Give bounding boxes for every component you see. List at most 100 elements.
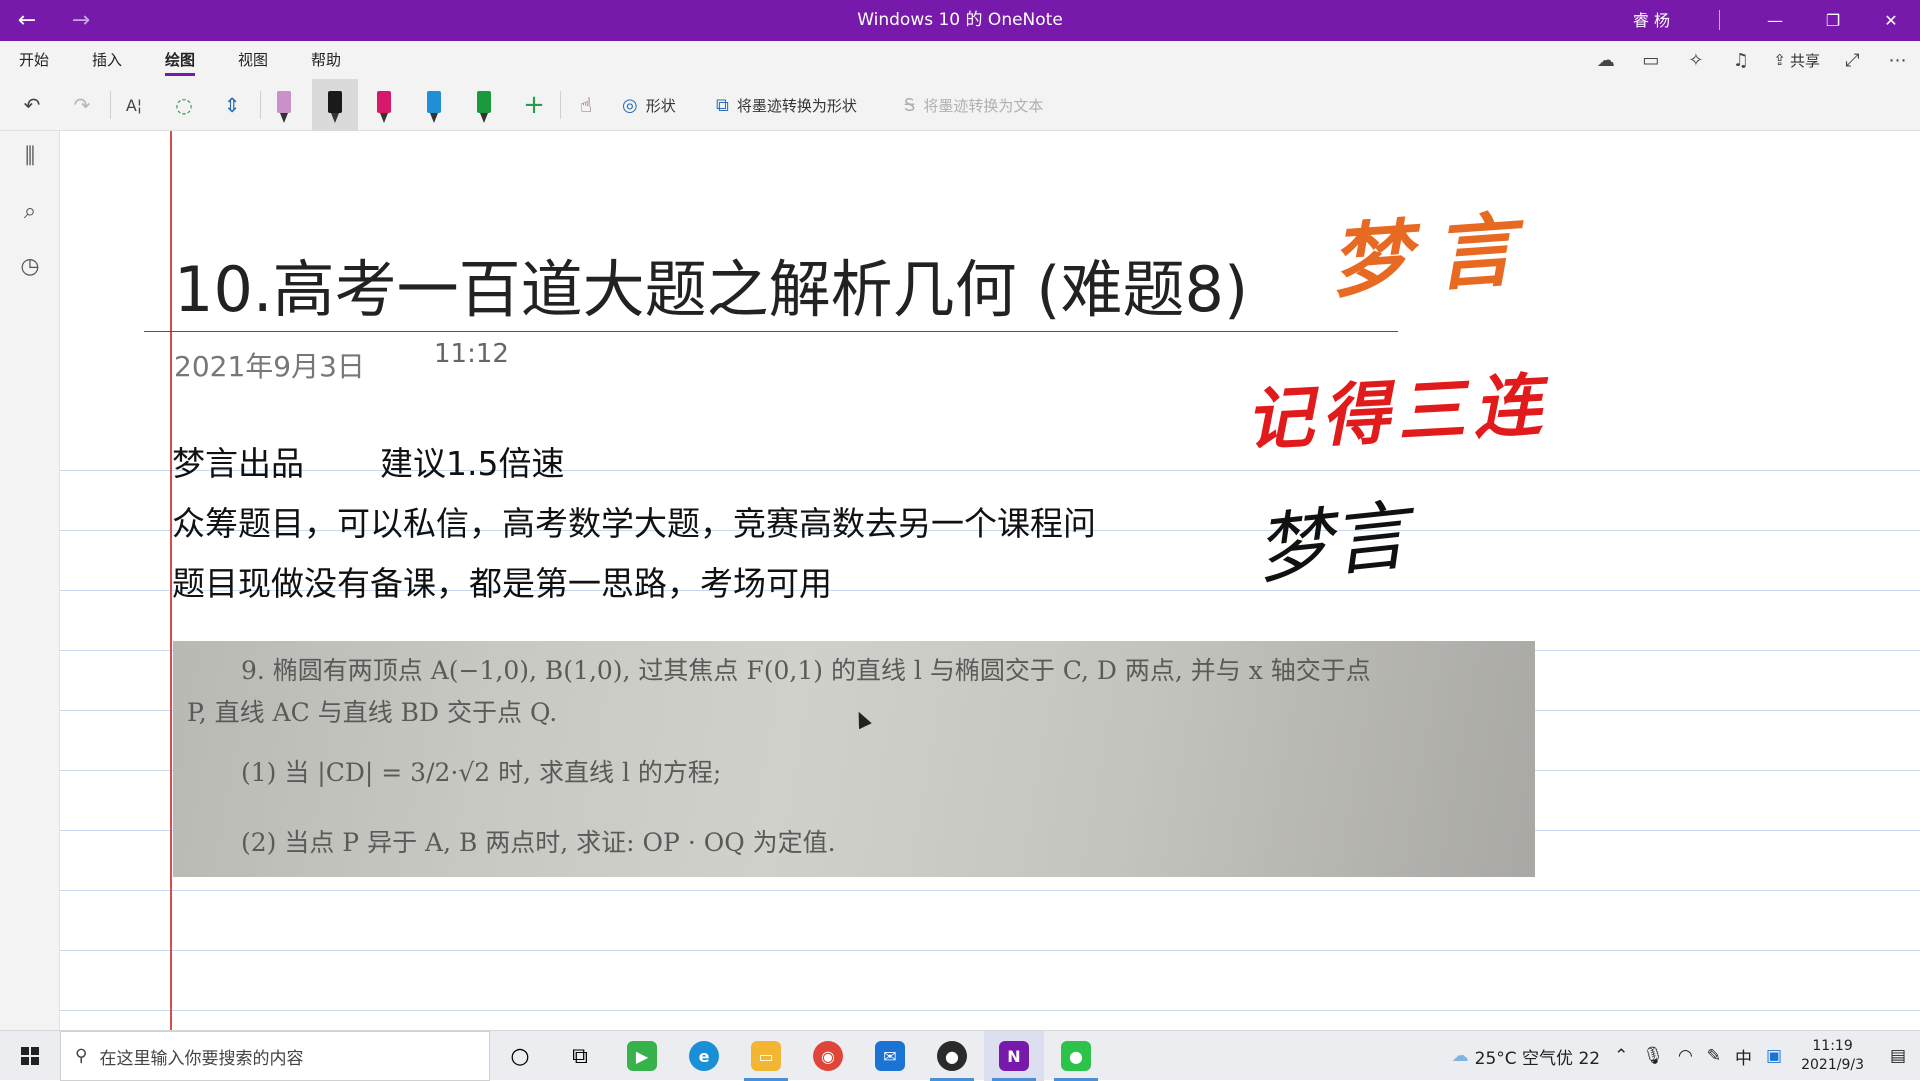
wechat-icon[interactable]: ● xyxy=(1046,1031,1106,1081)
pink-pen-body xyxy=(377,91,391,113)
minimize-button[interactable]: — xyxy=(1746,0,1804,41)
close-button[interactable]: ✕ xyxy=(1862,0,1920,41)
type-select-icon[interactable]: A¦ xyxy=(114,79,154,131)
note-line[interactable]: 众筹题目，可以私信，高考数学大题，竞赛高数去另一个课程问 xyxy=(172,497,1096,545)
pen-tip-icon xyxy=(480,113,488,123)
toolbar-separator xyxy=(560,91,561,119)
rule-line xyxy=(60,1010,1920,1011)
weather-text: 25°C 空气优 22 xyxy=(1474,1048,1601,1069)
highlighter-body xyxy=(277,91,291,113)
more-options-icon[interactable]: ⋯ xyxy=(1875,41,1920,79)
lightbulb-icon[interactable]: ✧ xyxy=(1673,41,1718,79)
search-icon: ⚲ xyxy=(75,1046,88,1066)
add-space-icon[interactable]: ⇕ xyxy=(212,79,252,131)
windows-logo-icon xyxy=(21,1047,39,1065)
chrome-logo-icon: ◉ xyxy=(813,1041,843,1071)
notebook-pages-icon[interactable]: ▭ xyxy=(1628,41,1673,79)
recent-clock-icon[interactable]: ◷ xyxy=(0,241,60,291)
pen-tip-icon xyxy=(430,113,438,123)
pink-pen[interactable] xyxy=(366,79,402,131)
problem-line: 9. 椭圆有两顶点 A(−1,0), B(1,0), 过其焦点 F(0,1) 的… xyxy=(241,656,1371,685)
cortana-icon[interactable]: ○ xyxy=(490,1031,550,1081)
tab-insert[interactable]: 插入 xyxy=(92,41,122,79)
shapes-button[interactable]: ◎ 形状 xyxy=(622,79,676,131)
tab-help[interactable]: 帮助 xyxy=(311,41,341,79)
ime-indicator[interactable]: 中 xyxy=(1728,1044,1759,1069)
problem-line: (2) 当点 P 异于 A, B 两点时, 求证: OP · OQ 为定值. xyxy=(241,828,836,857)
system-tray: ☁ 25°C 空气优 22 ⌃ 🎙 ◠ ✎ 中 ▣ 11:19 2021/9/3… xyxy=(1445,1031,1920,1081)
rule-line xyxy=(60,950,1920,951)
share-button[interactable]: ⇪ 共享 xyxy=(1763,41,1830,79)
tab-home[interactable]: 开始 xyxy=(19,41,49,79)
ink-to-shape-button[interactable]: ⧉ 将墨迹转换为形状 xyxy=(716,79,857,131)
blue-pen-body xyxy=(427,91,441,113)
weather-widget[interactable]: ☁ 25°C 空气优 22 xyxy=(1445,1044,1607,1069)
page-title[interactable]: 10.高考一百道大题之解析几何 (难题8) xyxy=(174,239,1248,329)
redo-icon[interactable]: ↷ xyxy=(62,79,102,131)
pen-tip-icon xyxy=(280,113,288,123)
pen-workspace-icon[interactable]: ✎ xyxy=(1700,1046,1728,1066)
media-player-icon[interactable]: ▶ xyxy=(612,1031,672,1081)
draw-toolbar: ↶ ↷ A¦ ◌ ⇕ + ☝ ◎ 形状 ⧉ 将墨迹转换为形状 Ꭶ 将墨迹转换为文… xyxy=(0,79,1920,131)
windows-taskbar: ⚲ 在这里输入你要搜索的内容 ○ ⧉ ▶ e ▭ ◉ ✉ ● N ● ☁ 25°… xyxy=(0,1030,1920,1081)
search-placeholder: 在这里输入你要搜索的内容 xyxy=(99,1048,304,1069)
problem-line: (1) 当 |CD| = 3/2·√2 时, 求直线 l 的方程; xyxy=(241,758,722,787)
folder-icon: ▭ xyxy=(751,1041,781,1071)
note-page[interactable]: 10.高考一百道大题之解析几何 (难题8) 2021年9月3日 11:12 梦言… xyxy=(60,131,1920,1030)
note-line[interactable]: 题目现做没有备课，都是第一思路，考场可用 xyxy=(172,557,832,605)
tab-view[interactable]: 视图 xyxy=(238,41,268,79)
title-bar: ← → Windows 10 的 OneNote 睿 杨 — ❐ ✕ xyxy=(0,0,1920,41)
ink-to-shape-icon: ⧉ xyxy=(716,94,729,116)
tab-draw[interactable]: 绘图 xyxy=(165,41,196,79)
clock-date: 2021/9/3 xyxy=(1801,1057,1864,1073)
play-icon: ▶ xyxy=(627,1041,657,1071)
ink-replay-icon[interactable]: ☝ xyxy=(566,79,606,131)
blue-pen[interactable] xyxy=(416,79,452,131)
black-pen[interactable] xyxy=(312,79,358,131)
add-pen-icon[interactable]: + xyxy=(514,79,554,131)
shapes-label: 形状 xyxy=(645,96,676,115)
restore-button[interactable]: ❐ xyxy=(1804,0,1862,41)
highlighter-pen[interactable] xyxy=(266,79,302,131)
rule-line xyxy=(60,890,1920,891)
edge-browser-icon[interactable]: e xyxy=(674,1031,734,1081)
notebooks-icon[interactable]: ⫼ xyxy=(0,131,60,181)
pen-tip-icon xyxy=(380,113,388,123)
task-view-icon[interactable]: ⧉ xyxy=(550,1031,610,1081)
note-line-author: 梦言出品 xyxy=(172,444,304,483)
handwritten-signature-bottom: 梦言 xyxy=(1251,490,1412,595)
chrome-icon[interactable]: ◉ xyxy=(798,1031,858,1081)
lasso-select-icon[interactable]: ◌ xyxy=(164,79,204,131)
cloud-icon: ☁ xyxy=(1451,1046,1469,1066)
back-arrow-icon[interactable]: ← xyxy=(0,0,54,41)
toolbar-separator xyxy=(110,91,111,119)
user-name[interactable]: 睿 杨 xyxy=(1633,0,1670,41)
app-tray-icon[interactable]: ▣ xyxy=(1759,1046,1789,1066)
microphone-icon[interactable]: 🎙 xyxy=(1635,1046,1671,1066)
title-divider xyxy=(144,331,1398,332)
taskbar-clock[interactable]: 11:19 2021/9/3 xyxy=(1789,1037,1876,1075)
edge-icon: e xyxy=(689,1041,719,1071)
black-pen-body xyxy=(328,91,342,113)
search-icon[interactable]: ⌕ xyxy=(0,186,60,236)
notifications-icon[interactable]: ▤ xyxy=(1876,1046,1920,1066)
left-navigation: ⫼ ⌕ ◷ xyxy=(0,131,60,1030)
taskbar-search-box[interactable]: ⚲ 在这里输入你要搜索的内容 xyxy=(60,1031,490,1081)
sync-status-icon[interactable]: ☁ xyxy=(1583,41,1628,79)
ink-to-text-button[interactable]: Ꭶ 将墨迹转换为文本 xyxy=(904,79,1043,131)
forward-arrow-icon[interactable]: → xyxy=(54,0,108,41)
undo-icon[interactable]: ↶ xyxy=(12,79,52,131)
network-icon[interactable]: ◠ xyxy=(1671,1046,1700,1066)
problem-image[interactable]: 9. 椭圆有两顶点 A(−1,0), B(1,0), 过其焦点 F(0,1) 的… xyxy=(173,641,1535,877)
green-pen[interactable] xyxy=(466,79,502,131)
note-line[interactable]: 梦言出品 建议1.5倍速 xyxy=(172,437,564,485)
start-button[interactable] xyxy=(0,1031,60,1081)
fullscreen-icon[interactable]: ⤢ xyxy=(1830,41,1875,79)
mail-icon[interactable]: ✉ xyxy=(860,1031,920,1081)
top-right-actions: ☁ ▭ ✧ ♫ ⇪ 共享 ⤢ ⋯ xyxy=(1583,41,1920,79)
onenote-taskbar-icon[interactable]: N xyxy=(984,1031,1044,1081)
bell-icon[interactable]: ♫ xyxy=(1718,41,1763,79)
file-explorer-icon[interactable]: ▭ xyxy=(736,1031,796,1081)
show-hidden-icons-chevron-icon[interactable]: ⌃ xyxy=(1607,1046,1635,1066)
obs-studio-icon[interactable]: ● xyxy=(922,1031,982,1081)
